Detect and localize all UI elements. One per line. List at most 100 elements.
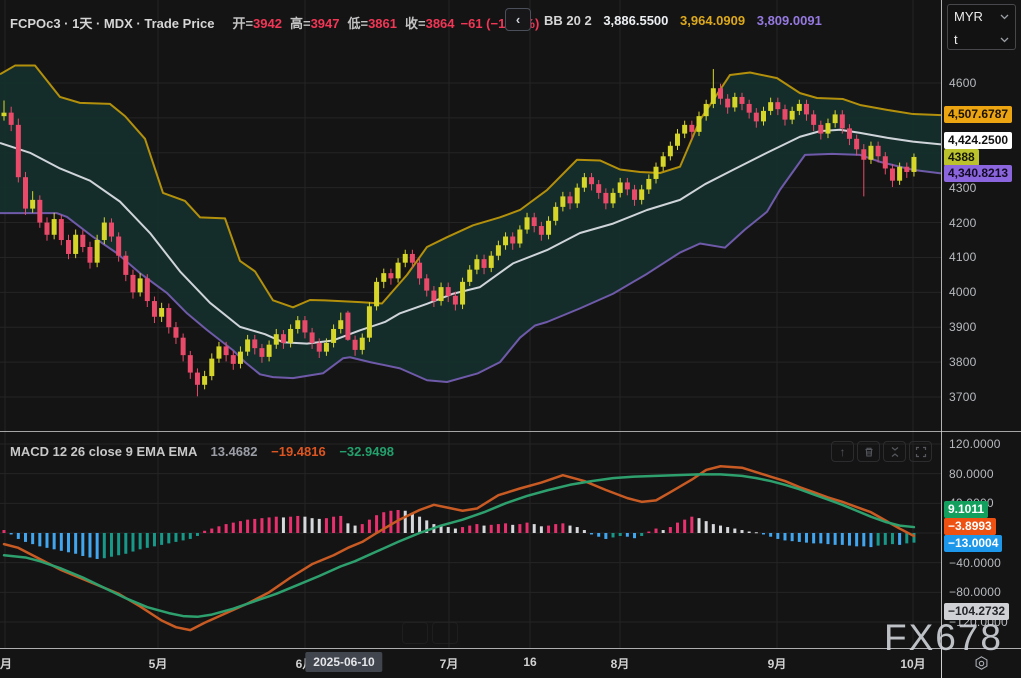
candle-body [152, 301, 157, 317]
macd-histogram-bar [647, 532, 650, 533]
macd-histogram-bar [124, 533, 127, 554]
candle-body [403, 254, 408, 263]
candle-body [589, 177, 594, 184]
candle-body [102, 223, 107, 240]
macd-histogram-bar [418, 517, 421, 533]
macd-tick-label: −80.0000 [949, 585, 1001, 599]
chart-app: FCPOc3 · 1天 · MDX · Trade Price开=3942高=3… [0, 0, 1021, 678]
macd-histogram-bar [576, 527, 579, 533]
macd-histogram-bar [526, 523, 529, 533]
time-tick-label: 5月 [149, 655, 168, 672]
time-axis-separator [0, 648, 1021, 649]
collapse-legend-button[interactable]: ‹ [505, 8, 531, 31]
macd-histogram-bar [232, 523, 235, 533]
candle-body [840, 114, 845, 128]
macd-signal-value: −32.9498 [339, 444, 394, 459]
candle-body [44, 223, 49, 235]
macd-histogram-bar [246, 520, 249, 533]
macd-legend[interactable]: MACD 12 26 close 9 EMA EMA 13.4682 −19.4… [10, 444, 394, 459]
macd-histogram-bar [110, 533, 113, 557]
candle-body [130, 275, 135, 292]
candle-body [30, 200, 35, 209]
candle-body [23, 177, 28, 208]
candle-body [302, 320, 307, 332]
macd-histogram-bar [174, 533, 177, 542]
macd-histogram-bar [160, 533, 163, 545]
ohlc-pair: 收=3864 [405, 16, 455, 31]
candle-body [274, 334, 279, 344]
price-axis-separator [941, 0, 942, 678]
macd-histogram-bar [167, 533, 170, 543]
candle-body [754, 113, 759, 122]
macd-histogram-bar [604, 533, 607, 539]
candle-body [9, 113, 14, 125]
candle-body [188, 355, 193, 372]
trash-icon [863, 446, 875, 458]
macd-histogram-bar [81, 533, 84, 556]
symbol-legend[interactable]: FCPOc3 · 1天 · MDX · Trade Price开=3942高=3… [10, 13, 539, 32]
axis-price-badge: 4388 [944, 149, 979, 166]
candle-body [353, 340, 358, 350]
candle-body [546, 221, 551, 235]
macd-histogram-bar [877, 533, 880, 546]
macd-histogram-bar [339, 516, 342, 533]
pane-separator[interactable] [0, 431, 1021, 432]
macd-histogram-bar [633, 533, 636, 538]
candle-body [66, 240, 71, 254]
macd-histogram-bar [540, 526, 543, 533]
macd-histogram-bar [454, 529, 457, 533]
candle-body [267, 345, 272, 357]
macd-histogram-bar [819, 533, 822, 543]
maximize-pane-button[interactable] [909, 441, 932, 462]
candle-body [854, 139, 859, 149]
macd-histogram-bar [67, 533, 70, 552]
candle-body [195, 373, 200, 385]
macd-histogram-bar [468, 526, 471, 533]
price-axis[interactable]: 46004300420041004000390038003700120.0000… [942, 0, 1021, 648]
time-axis[interactable]: 月5月6月7月168月9月10月2025-06-10 [0, 649, 1021, 678]
macd-histogram-bar [690, 517, 693, 533]
price-chart-canvas[interactable] [0, 0, 941, 648]
candle-body [568, 196, 573, 203]
candle-body [732, 97, 737, 107]
macd-histogram-bar [733, 529, 736, 533]
candle-body [482, 259, 487, 268]
candle-body [396, 263, 401, 279]
bollinger-legend[interactable]: BB 20 2 3,886.5500 3,964.0909 3,809.0091 [544, 13, 822, 28]
candle-body [632, 189, 637, 199]
maximize-icon [915, 446, 927, 458]
macd-histogram-bar [583, 530, 586, 533]
macd-histogram-bar [776, 533, 779, 539]
candle-body [596, 184, 601, 193]
macd-histogram-bar [612, 533, 615, 537]
macd-histogram-bar [848, 533, 851, 546]
ghost-button[interactable] [432, 622, 458, 644]
candle-body [388, 273, 393, 278]
macd-histogram-bar [139, 533, 142, 549]
candle-body [109, 223, 114, 237]
macd-histogram-bar [38, 533, 41, 546]
candle-body [181, 338, 186, 355]
candle-body [675, 134, 680, 146]
delete-pane-button[interactable] [857, 441, 880, 462]
macd-tick-label: 80.0000 [949, 467, 994, 481]
macd-histogram-bar [748, 532, 751, 533]
currency-dropdown[interactable]: MYR [948, 5, 1015, 28]
candle-body [861, 149, 866, 159]
collapse-pane-button[interactable] [883, 441, 906, 462]
candle-body [682, 125, 687, 134]
macd-histogram-bar [798, 533, 801, 542]
candle-body [639, 189, 644, 199]
macd-histogram-bar [3, 530, 6, 533]
candle-body [911, 157, 916, 172]
ohlc-values: 开=3942高=3947低=3861收=3864 [224, 16, 454, 31]
candle-body [310, 332, 315, 342]
time-tick-label: 9月 [768, 655, 787, 672]
candle-body [52, 219, 57, 235]
move-pane-up-button[interactable]: ↑ [831, 441, 854, 462]
ghost-button[interactable] [402, 622, 428, 644]
macd-histogram-bar [260, 518, 263, 533]
unit-dropdown[interactable]: t [948, 28, 1015, 51]
macd-histogram-bar [640, 533, 643, 536]
candle-body [689, 125, 694, 132]
